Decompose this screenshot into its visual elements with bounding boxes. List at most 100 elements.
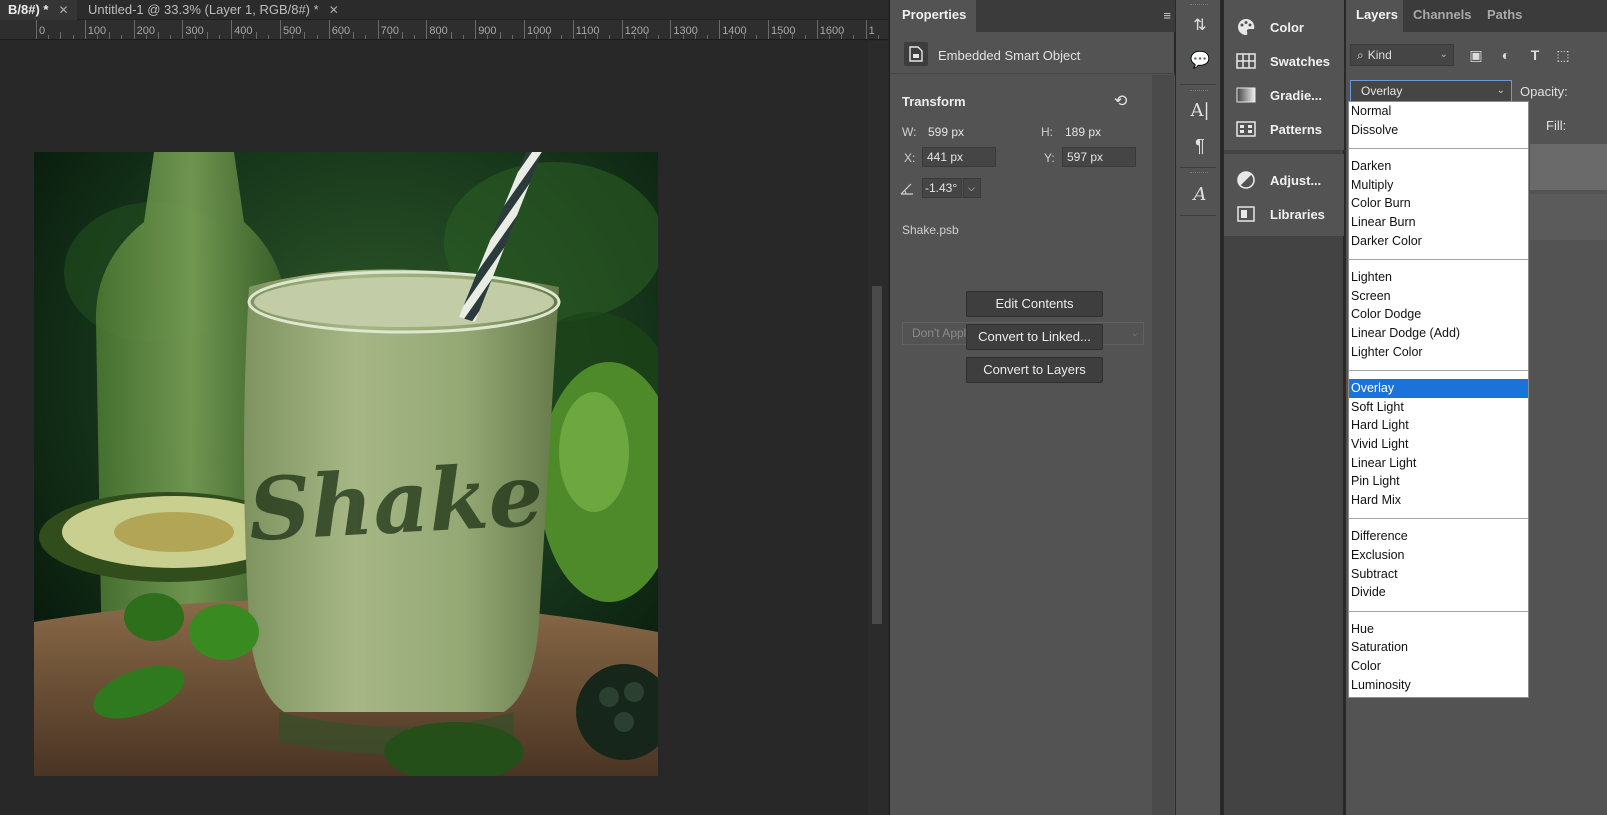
panel-grip[interactable] [1190,172,1208,174]
blend-mode-option-vivid-light[interactable]: Vivid Light [1349,435,1528,454]
blend-mode-option-luminosity[interactable]: Luminosity [1349,676,1528,695]
y-position-field[interactable]: 597 px [1062,147,1136,167]
blend-mode-option-dissolve[interactable]: Dissolve [1349,121,1528,140]
convert-to-linked-button[interactable]: Convert to Linked... [966,324,1103,350]
chevron-down-icon: ⌄ [1496,85,1505,96]
blend-mode-select[interactable]: Overlay ⌄ [1350,80,1512,102]
blend-mode-option-linear-light[interactable]: Linear Light [1349,454,1528,473]
canvas-vertical-scrollbar[interactable] [868,41,888,815]
blend-mode-option-exclusion[interactable]: Exclusion [1349,546,1528,565]
blend-mode-option-darker-color[interactable]: Darker Color [1349,232,1528,251]
blend-mode-option-color-burn[interactable]: Color Burn [1349,194,1528,213]
blend-mode-separator [1349,370,1528,372]
blend-mode-option-lighten[interactable]: Lighten [1349,268,1528,287]
blend-mode-option-lighter-color[interactable]: Lighter Color [1349,343,1528,362]
ruler-minor-tick [548,32,550,39]
blend-mode-separator [1349,518,1528,520]
document-image[interactable]: Shake [34,152,658,776]
layer-row[interactable] [1530,144,1607,190]
document-tab-2[interactable]: Untitled-1 @ 33.3% (Layer 1, RGB/8#) * ✕ [80,0,347,20]
ruler-minor-tick [109,32,111,39]
tab-paths[interactable]: Paths [1477,0,1532,32]
panel-item-gradients[interactable]: Gradie... [1224,78,1344,112]
height-value[interactable]: 189 px [1065,125,1101,139]
panel-item-swatches[interactable]: Swatches [1224,44,1344,78]
palette-icon [1238,18,1255,35]
ruler-tick [426,20,428,39]
panel-grip[interactable] [1190,4,1208,6]
adjustment-filter-icon[interactable]: ◐ [1497,46,1515,64]
reset-transform-icon[interactable]: ⟲ [1114,91,1132,110]
smoothie-image: Shake [34,152,658,776]
ruler-minor-tick [463,35,464,39]
ruler-minor-tick [341,35,342,39]
paragraph-icon[interactable]: ¶ [1189,135,1211,157]
document-tab-1[interactable]: B/8#) * ✕ [0,0,77,20]
ruler-minor-tick [633,35,635,39]
tab-channels[interactable]: Channels [1403,0,1482,32]
panel-item-label: Libraries [1270,207,1325,222]
blend-mode-option-normal[interactable]: Normal [1349,102,1528,121]
panel-item-adjustments[interactable]: Adjust... [1224,163,1344,197]
comments-icon[interactable]: 💬 [1189,50,1211,72]
ruler-minor-tick [97,35,98,39]
blend-mode-option-saturation[interactable]: Saturation [1349,638,1528,657]
character-icon[interactable]: A| [1189,100,1211,122]
blend-mode-option-hard-light[interactable]: Hard Light [1349,416,1528,435]
panel-item-patterns[interactable]: Patterns [1224,112,1344,146]
object-type-label: Embedded Smart Object [938,48,1081,63]
image-filter-icon[interactable]: ▣ [1467,46,1485,64]
blend-mode-option-darken[interactable]: Darken [1349,157,1528,176]
blend-mode-option-pin-light[interactable]: Pin Light [1349,472,1528,491]
blend-mode-option-color-dodge[interactable]: Color Dodge [1349,305,1528,324]
shape-filter-icon[interactable]: ⬚ [1554,46,1572,64]
opacity-label: Opacity: [1520,84,1568,99]
document-tab-2-label: Untitled-1 @ 33.3% (Layer 1, RGB/8#) * [88,2,319,17]
layer-row[interactable] [1530,194,1607,240]
panel-item-libraries[interactable]: Libraries [1224,197,1344,231]
properties-header: Embedded Smart Object [890,32,1175,74]
x-position-field[interactable]: 441 px [922,147,996,167]
tab-properties[interactable]: Properties [890,0,976,32]
properties-scrollbar[interactable] [1152,75,1174,815]
blend-mode-option-soft-light[interactable]: Soft Light [1349,398,1528,417]
ruler-minor-tick [255,32,257,39]
blend-mode-option-overlay[interactable]: Overlay [1349,379,1528,399]
blend-mode-option-hard-mix[interactable]: Hard Mix [1349,491,1528,510]
document-tab-bar: B/8#) * ✕ Untitled-1 @ 33.3% (Layer 1, RG… [0,0,888,20]
layer-filter-select[interactable]: ⌕ Kind ⌄ [1350,44,1454,66]
width-value[interactable]: 599 px [928,125,964,139]
angle-field[interactable]: -1.43° [922,178,962,198]
blend-mode-option-color[interactable]: Color [1349,657,1528,676]
blend-mode-option-linear-dodge-add[interactable]: Linear Dodge (Add) [1349,324,1528,343]
history-icon[interactable]: ⇅ [1189,15,1211,37]
ruler-minor-tick [121,35,123,39]
blend-mode-option-hue[interactable]: Hue [1349,620,1528,639]
scrollbar-thumb[interactable] [872,286,882,624]
blend-mode-option-difference[interactable]: Difference [1349,527,1528,546]
panel-grip[interactable] [1190,90,1208,92]
glyphs-icon[interactable]: A [1189,184,1211,206]
ruler-minor-tick [145,35,147,39]
blend-mode-option-multiply[interactable]: Multiply [1349,176,1528,195]
close-icon[interactable]: ✕ [58,3,68,17]
blend-mode-option-linear-burn[interactable]: Linear Burn [1349,213,1528,232]
canvas-area[interactable]: Shake [0,41,868,815]
convert-to-layers-button[interactable]: Convert to Layers [966,357,1103,383]
chevron-down-icon[interactable]: ⌵ [963,178,981,198]
tab-layers[interactable]: Layers [1346,0,1403,32]
blend-mode-option-screen[interactable]: Screen [1349,287,1528,306]
blend-mode-option-subtract[interactable]: Subtract [1349,565,1528,584]
panel-item-color[interactable]: Color [1224,10,1344,44]
ruler-tick [768,20,769,39]
close-icon[interactable]: ✕ [329,3,339,17]
tool-separator [1180,167,1216,168]
ruler-tick [231,20,233,39]
ruler-tick [524,20,525,39]
blend-mode-option-divide[interactable]: Divide [1349,583,1528,602]
type-filter-icon[interactable]: T [1526,46,1544,64]
panel-menu-icon[interactable]: ≡ [1163,8,1171,23]
ruler-minor-tick [219,35,220,39]
edit-contents-button[interactable]: Edit Contents [966,291,1103,317]
ruler-minor-tick [402,32,403,39]
